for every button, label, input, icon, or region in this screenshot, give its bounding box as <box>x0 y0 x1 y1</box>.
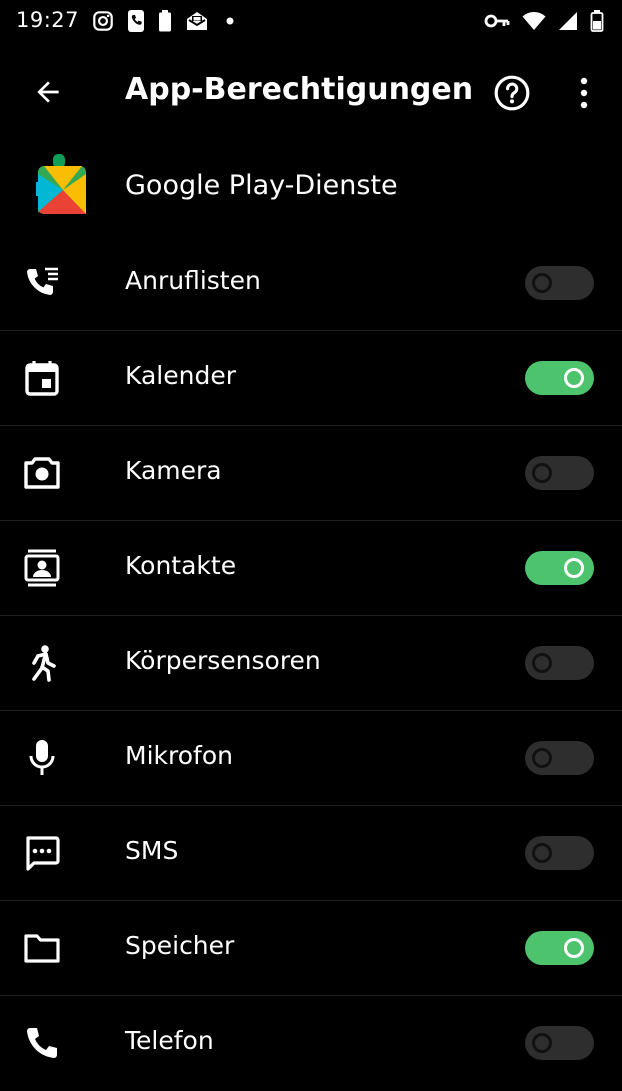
permission-label: Körpersensoren <box>125 646 321 675</box>
battery-icon <box>590 10 604 32</box>
toggle-knob <box>532 843 552 863</box>
permission-row-sms[interactable]: SMS <box>0 806 622 901</box>
phone-icon <box>22 1023 62 1063</box>
camera-icon <box>22 453 62 493</box>
toggle-knob <box>564 368 584 388</box>
status-bar: 19:27 <box>0 0 622 44</box>
permission-row-storage[interactable]: Speicher <box>0 901 622 996</box>
microphone-icon <box>22 738 62 778</box>
app-name: Google Play-Dienste <box>125 170 398 201</box>
mail-icon <box>185 10 209 32</box>
permission-row-body-sensors[interactable]: Körpersensoren <box>0 616 622 711</box>
permission-label: Telefon <box>125 1026 214 1055</box>
permission-row-calendar[interactable]: Kalender <box>0 331 622 426</box>
permission-toggle[interactable] <box>525 551 594 585</box>
permission-row-phone[interactable]: Telefon <box>0 996 622 1091</box>
permission-row-microphone[interactable]: Mikrofon <box>0 711 622 806</box>
contacts-icon <box>22 548 62 588</box>
google-play-services-logo-icon <box>32 154 88 216</box>
permission-label: Kalender <box>125 361 236 390</box>
permission-toggle[interactable] <box>525 741 594 775</box>
toggle-knob <box>564 938 584 958</box>
vpn-key-icon <box>484 12 510 30</box>
permission-toggle[interactable] <box>525 836 594 870</box>
app-bar: App-Berechtigungen <box>0 44 622 138</box>
back-button[interactable] <box>28 72 68 112</box>
permission-row-camera[interactable]: Kamera <box>0 426 622 521</box>
calendar-icon <box>22 358 62 398</box>
permission-toggle[interactable] <box>525 646 594 680</box>
wifi-icon <box>522 11 546 31</box>
cell-signal-icon <box>558 11 578 31</box>
more-notifications-dot-icon <box>222 10 238 32</box>
toggle-knob <box>564 558 584 578</box>
help-icon <box>494 75 530 111</box>
app-header: Google Play-Dienste <box>0 140 622 235</box>
permission-label: SMS <box>125 836 179 865</box>
permission-label: Speicher <box>125 931 235 960</box>
call-log-icon <box>22 263 62 303</box>
toggle-knob <box>532 273 552 293</box>
toggle-knob <box>532 748 552 768</box>
permission-toggle[interactable] <box>525 1026 594 1060</box>
system-status-icons <box>484 10 604 32</box>
help-button[interactable] <box>490 71 534 115</box>
permission-toggle[interactable] <box>525 456 594 490</box>
permission-toggle[interactable] <box>525 361 594 395</box>
more-vert-icon <box>580 77 588 109</box>
page-title: App-Berechtigungen <box>125 72 474 107</box>
toggle-knob <box>532 463 552 483</box>
permissions-list: Anruflisten Kalender Kamera Kontakte Kör… <box>0 236 622 1091</box>
more-options-button[interactable] <box>566 71 602 115</box>
permission-toggle[interactable] <box>525 931 594 965</box>
permission-label: Kamera <box>125 456 222 485</box>
battery-notification-icon <box>158 10 172 32</box>
permission-toggle[interactable] <box>525 266 594 300</box>
folder-icon <box>22 928 62 968</box>
notification-icons <box>92 9 238 33</box>
toggle-knob <box>532 1033 552 1053</box>
toggle-knob <box>532 653 552 673</box>
permission-row-contacts[interactable]: Kontakte <box>0 521 622 616</box>
status-time: 19:27 <box>16 8 80 32</box>
permission-row-call-logs[interactable]: Anruflisten <box>0 236 622 331</box>
permission-label: Anruflisten <box>125 266 261 295</box>
arrow-back-icon <box>37 81 59 103</box>
phone-notification-icon <box>127 9 145 33</box>
instagram-icon <box>92 10 114 32</box>
permission-label: Mikrofon <box>125 741 233 770</box>
body-sensors-icon <box>22 643 62 683</box>
sms-icon <box>22 833 62 873</box>
permission-label: Kontakte <box>125 551 237 580</box>
